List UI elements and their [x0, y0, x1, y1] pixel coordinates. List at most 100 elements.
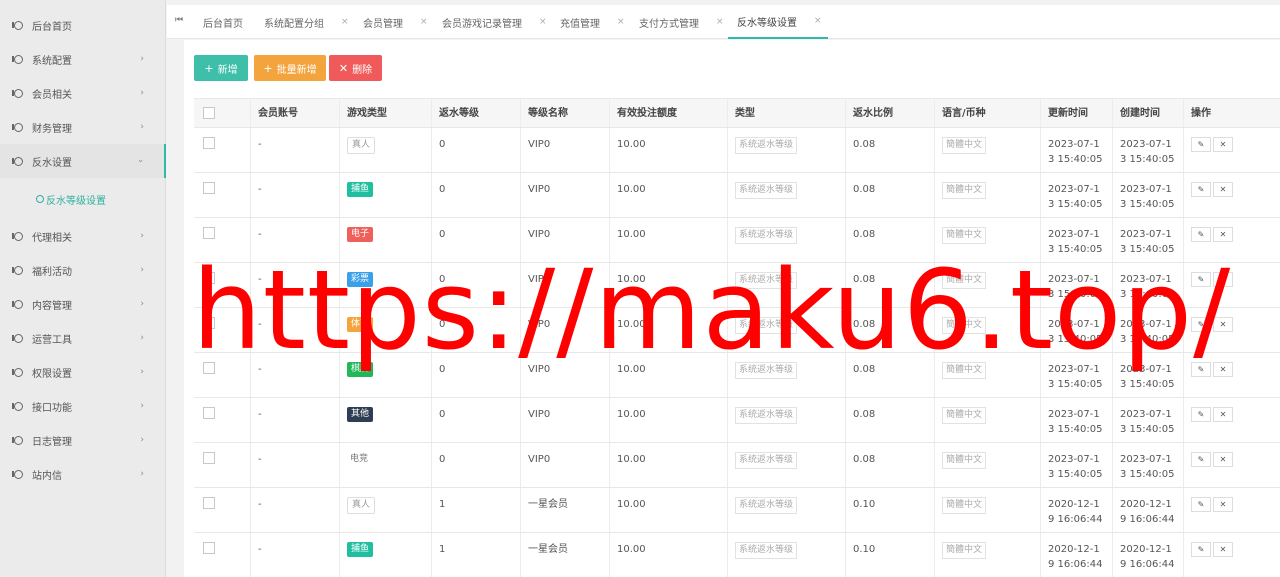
cell-name: VIP0: [520, 263, 609, 307]
table-row: - 体育 0 VIP0 10.00 系统返水等级 0.08 簡體中文 2023-07-13 15…: [194, 308, 1280, 353]
tab[interactable]: 会员游戏记录管理 ×: [442, 5, 547, 39]
cell-lang: 簡體中文: [934, 173, 1040, 217]
cell-account: -: [250, 398, 339, 442]
row-checkbox[interactable]: [203, 137, 215, 149]
tab-close-icon[interactable]: ×: [539, 17, 547, 27]
cell-level: 0: [431, 308, 520, 352]
delete-icon[interactable]: ✕: [1213, 137, 1233, 152]
sidebar-item[interactable]: 运营工具 ›: [0, 321, 166, 355]
cell-type: 系统返水等级: [727, 173, 845, 217]
cell-amount: 10.00: [609, 533, 727, 577]
sidebar-item[interactable]: 日志管理 ›: [0, 423, 166, 457]
action-buttons: ✎ ✕: [1191, 182, 1233, 197]
edit-icon[interactable]: ✎: [1191, 542, 1211, 557]
menu-circle-icon: [12, 299, 24, 309]
edit-icon[interactable]: ✎: [1191, 407, 1211, 422]
language-badge: 簡體中文: [942, 497, 987, 514]
cell-account: -: [250, 308, 339, 352]
edit-icon[interactable]: ✎: [1191, 362, 1211, 377]
sidebar-item[interactable]: 内容管理 ›: [0, 287, 166, 321]
rebate-type-badge: 系统返水等级: [735, 542, 798, 559]
cell-created: 2020-12-19 16:06:44: [1112, 488, 1183, 532]
sidebar-item[interactable]: 站内信 ›: [0, 457, 166, 491]
tab[interactable]: 支付方式管理 ×: [639, 5, 724, 39]
delete-icon[interactable]: ✕: [1213, 362, 1233, 377]
delete-icon[interactable]: ✕: [1213, 452, 1233, 467]
sidebar-item[interactable]: 权限设置 ›: [0, 355, 166, 389]
delete-icon[interactable]: ✕: [1213, 227, 1233, 242]
delete-icon[interactable]: ✕: [1213, 497, 1233, 512]
tab-close-icon[interactable]: ×: [617, 17, 625, 27]
sidebar-item[interactable]: 福利活动 ›: [0, 253, 166, 287]
row-checkbox[interactable]: [203, 227, 215, 239]
delete-icon[interactable]: ✕: [1213, 407, 1233, 422]
action-buttons: ✎ ✕: [1191, 272, 1233, 287]
tab-close-icon[interactable]: ×: [420, 17, 428, 27]
tab-close-icon[interactable]: ×: [716, 17, 724, 27]
row-checkbox[interactable]: [203, 452, 215, 464]
cell-ratio: 0.08: [845, 443, 934, 487]
tab[interactable]: 充值管理 ×: [560, 5, 625, 39]
created-time: 2023-07-13 15:40:05: [1120, 319, 1175, 345]
tab-close-icon[interactable]: ×: [814, 16, 822, 26]
edit-icon[interactable]: ✎: [1191, 497, 1211, 512]
row-checkbox[interactable]: [203, 542, 215, 554]
sidebar-item-label: 接口功能: [32, 402, 72, 414]
cell-created: 2023-07-13 15:40:05: [1112, 353, 1183, 397]
row-checkbox[interactable]: [203, 407, 215, 419]
sidebar-item[interactable]: 财务管理 ›: [0, 110, 166, 144]
cell-created: 2023-07-13 15:40:05: [1112, 398, 1183, 442]
cell-lang: 簡體中文: [934, 308, 1040, 352]
edit-icon[interactable]: ✎: [1191, 317, 1211, 332]
sidebar-item[interactable]: 系统配置 ›: [0, 42, 166, 76]
edit-icon[interactable]: ✎: [1191, 182, 1211, 197]
batch-add-button[interactable]: + 批量新增: [254, 55, 326, 81]
chevron-right-icon: ›: [140, 333, 144, 343]
tab-label: 会员游戏记录管理: [442, 18, 522, 30]
tab-label: 反水等级设置: [737, 17, 797, 29]
tab[interactable]: 反水等级设置 ×: [728, 5, 828, 39]
tab-close-icon[interactable]: ×: [341, 17, 349, 27]
sidebar-item-label: 日志管理: [32, 436, 72, 448]
tab[interactable]: 会员管理 ×: [363, 5, 428, 39]
select-all-checkbox[interactable]: [203, 107, 215, 119]
action-buttons: ✎ ✕: [1191, 542, 1233, 557]
sidebar-item[interactable]: 反水设置 ›: [0, 144, 166, 178]
edit-icon[interactable]: ✎: [1191, 452, 1211, 467]
row-actions: ✎ ✕: [1183, 263, 1280, 307]
delete-icon[interactable]: ✕: [1213, 317, 1233, 332]
delete-button[interactable]: ✕ 删除: [329, 55, 382, 81]
action-buttons: ✎ ✕: [1191, 227, 1233, 242]
row-checkbox[interactable]: [203, 182, 215, 194]
row-checkbox[interactable]: [203, 317, 215, 329]
row-actions: ✎ ✕: [1183, 353, 1280, 397]
edit-icon[interactable]: ✎: [1191, 227, 1211, 242]
sidebar-item[interactable]: 后台首页: [0, 8, 166, 42]
table-row: - 棋牌 0 VIP0 10.00 系统返水等级 0.08 簡體中文 2023-07-13 15…: [194, 353, 1280, 398]
row-checkbox[interactable]: [203, 497, 215, 509]
sidebar-item[interactable]: 接口功能 ›: [0, 389, 166, 423]
sidebar-subitem-label: 反水等级设置: [46, 195, 106, 207]
delete-icon[interactable]: ✕: [1213, 542, 1233, 557]
tab-scroll-left-icon[interactable]: ⏮: [175, 15, 183, 25]
row-checkbox[interactable]: [203, 272, 215, 284]
tab[interactable]: 后台首页: [203, 5, 243, 39]
add-button-label: 新增: [217, 64, 238, 76]
cell-updated: 2023-07-13 15:40:05: [1040, 443, 1112, 487]
table-header: 会员账号 游戏类型 返水等级 等级名称 有效投注额度 类型 返水比例 语言/币种 更新时间 创建时…: [194, 98, 1280, 128]
tab[interactable]: 系统配置分组 ×: [264, 5, 349, 39]
edit-icon[interactable]: ✎: [1191, 137, 1211, 152]
row-checkbox[interactable]: [203, 362, 215, 374]
add-button[interactable]: + 新增: [194, 55, 248, 81]
sidebar-item[interactable]: 会员相关 ›: [0, 76, 166, 110]
sidebar-subitem-rebate-level[interactable]: 反水等级设置: [0, 182, 166, 216]
delete-icon[interactable]: ✕: [1213, 182, 1233, 197]
delete-icon[interactable]: ✕: [1213, 272, 1233, 287]
game-type-tag: 彩票: [347, 272, 374, 287]
language-badge: 簡體中文: [942, 272, 987, 289]
cell-account: -: [250, 263, 339, 307]
edit-icon[interactable]: ✎: [1191, 272, 1211, 287]
sidebar-item[interactable]: 代理相关 ›: [0, 219, 166, 253]
language-badge: 簡體中文: [942, 137, 987, 154]
created-time: 2023-07-13 15:40:05: [1120, 409, 1175, 435]
